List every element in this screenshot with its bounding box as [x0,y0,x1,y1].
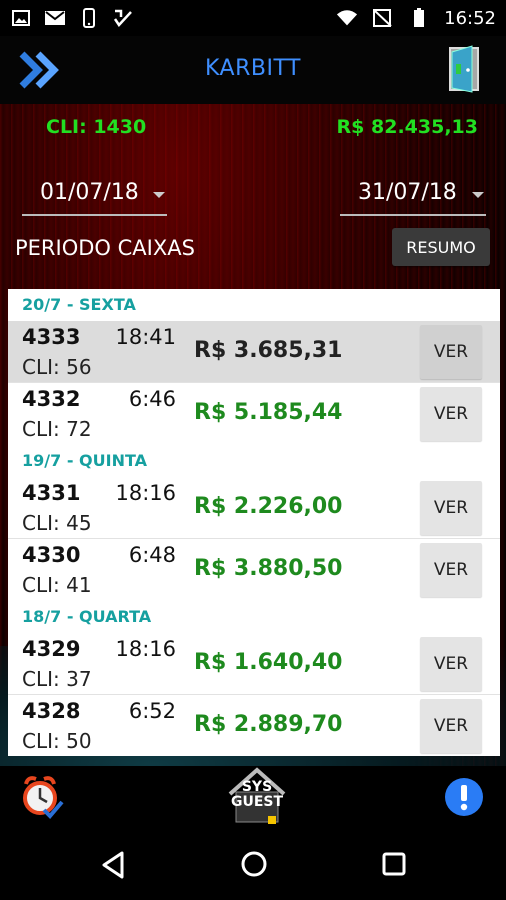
sys-guest-button[interactable]: SYS GUEST [222,766,292,828]
ver-button[interactable]: VER [420,325,482,379]
list-item[interactable]: 4328 6:52 CLI: 50 R$ 2.889,70 VER [8,695,500,756]
register-cli: CLI: 72 [22,417,92,441]
register-cli: CLI: 50 [22,729,92,753]
status-bar: 16:52 [0,0,506,36]
list-item[interactable]: 4332 6:46 CLI: 72 R$ 5.185,44 VER [8,383,500,445]
date-end-field[interactable]: 31/07/18 [340,174,486,216]
register-time: 6:48 [128,543,176,567]
ver-button[interactable]: VER [420,543,482,597]
list-item[interactable]: 4331 18:16 CLI: 45 R$ 2.226,00 VER [8,477,500,539]
register-amount: R$ 5.185,44 [194,400,343,425]
register-number: 4328 [22,699,81,723]
register-amount: R$ 3.880,50 [194,556,343,581]
list-item[interactable]: 4333 18:41 CLI: 56 R$ 3.685,31 VER [8,321,500,383]
system-nav-bar [0,828,506,900]
register-time: 6:52 [128,699,176,723]
guest-label: GUEST [230,794,284,810]
date-start-field[interactable]: 01/07/18 [22,174,167,216]
double-chevron-icon[interactable] [18,50,62,90]
back-icon[interactable] [100,850,128,880]
alarm-clock-icon[interactable] [20,774,64,820]
register-amount: R$ 3.685,31 [194,338,343,363]
ver-button[interactable]: VER [420,387,482,441]
ver-button[interactable]: VER [420,699,482,753]
register-cli: CLI: 37 [22,667,92,691]
summary-row: CLI: 1430 R$ 82.435,13 [0,116,506,140]
dropdown-caret-icon [472,192,484,198]
gmail-icon [44,8,66,28]
door-icon[interactable] [446,44,486,94]
register-number: 4333 [22,325,81,349]
register-time: 6:46 [128,387,176,411]
check-app-icon [112,8,134,28]
app-title: KARBITT [205,56,301,81]
phone-icon [78,8,100,28]
resumo-button[interactable]: RESUMO [392,228,490,266]
register-number: 4330 [22,543,81,567]
bottom-toolbar: SYS GUEST [0,766,506,828]
register-number: 4332 [22,387,81,411]
list-item[interactable]: 4329 18:16 CLI: 37 R$ 1.640,40 VER [8,633,500,695]
exclamation-icon[interactable] [444,777,484,817]
list-item[interactable]: 4330 6:48 CLI: 41 R$ 3.880,50 VER [8,539,500,601]
ver-button[interactable]: VER [420,637,482,691]
date-start-value: 01/07/18 [40,180,139,205]
register-cli: CLI: 41 [22,573,92,597]
register-time: 18:41 [115,325,176,349]
register-time: 18:16 [115,481,176,505]
wifi-icon [336,8,358,28]
no-signal-icon [372,8,394,28]
group-header: 20/7 - SEXTA [22,295,136,314]
register-amount: R$ 1.640,40 [194,650,343,675]
cash-register-list: 20/7 - SEXTA 4333 18:41 CLI: 56 R$ 3.685… [8,289,500,756]
sys-label: SYS [241,779,273,795]
register-number: 4331 [22,481,81,505]
value-total: R$ 82.435,13 [336,116,478,138]
register-amount: R$ 2.889,70 [194,712,343,737]
battery-icon [408,8,430,28]
dropdown-caret-icon [153,192,165,198]
app-bar: KARBITT [0,36,506,104]
cli-total: CLI: 1430 [46,116,147,138]
recent-apps-icon[interactable] [382,852,406,876]
image-icon [10,8,32,28]
register-number: 4329 [22,637,81,661]
period-label: PERIODO CAIXAS [15,236,195,260]
register-amount: R$ 2.226,00 [194,494,343,519]
register-cli: CLI: 45 [22,511,92,535]
clock-text: 16:52 [444,7,496,29]
home-icon[interactable] [240,850,268,878]
date-end-value: 31/07/18 [358,180,457,205]
group-header: 19/7 - QUINTA [22,451,148,470]
register-cli: CLI: 56 [22,355,92,379]
ver-button[interactable]: VER [420,481,482,535]
register-time: 18:16 [115,637,176,661]
group-header: 18/7 - QUARTA [22,607,152,626]
